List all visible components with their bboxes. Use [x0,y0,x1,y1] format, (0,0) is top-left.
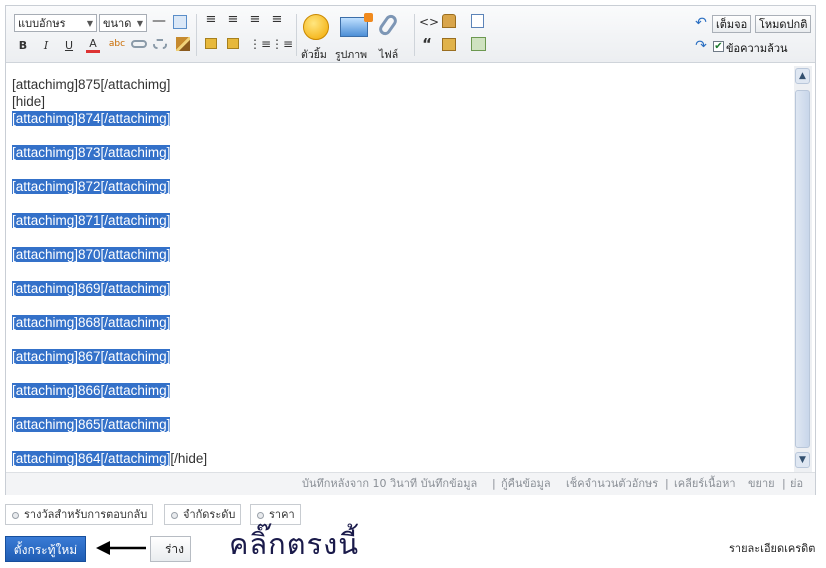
toolbar-separator [196,14,197,56]
content-line: [attachimg]869[/attachimg] [12,281,171,296]
autosave-text: บันทึกหลังจาก 10 วินาที บันทึกข้อมูล [302,477,478,490]
align-center-icon[interactable]: ≡ [227,13,239,26]
click-here-annotation: คลิ๊กตรงนี้ [229,527,360,561]
bullet-icon [257,512,264,519]
document-icon[interactable] [471,14,484,28]
content-line: [hide] [12,94,46,109]
image-button[interactable] [338,13,373,37]
status-divider: | [665,477,669,490]
float-left-icon[interactable] [205,38,217,49]
toolbar-separator [414,14,415,56]
content-line: [attachimg]871[/attachimg] [12,213,171,228]
text-color-icon[interactable]: A [86,37,100,53]
align-left-icon[interactable]: ≡ [205,13,217,26]
editor-status-bar: บันทึกหลังจาก 10 วินาที บันทึกข้อมูล | ก… [6,472,815,495]
image-label: รูปภาพ [335,49,368,61]
scrollbar-thumb[interactable] [795,90,810,448]
new-thread-button[interactable]: ตั้งกระทู้ใหม่ [5,536,86,562]
reply-reward-label: รางวัลสำหรับการตอบกลับ [24,508,148,521]
file-label: ไฟล์ [379,49,399,61]
bullet-icon [171,512,178,519]
content-line: [attachimg]864[/attachimg][/hide] [12,451,208,466]
horizontal-rule-icon[interactable]: — [152,13,166,29]
download-icon[interactable] [471,37,486,51]
quote-icon[interactable]: “ [421,36,433,52]
scroll-down-icon[interactable]: ▼ [795,452,810,468]
undo-icon[interactable]: ↶ [693,15,709,31]
content-line: [attachimg]875[/attachimg] [12,77,171,92]
chevron-down-icon: ▼ [86,19,93,28]
align-right-icon[interactable]: ≡ [271,13,283,26]
price-option[interactable]: ราคา [250,504,301,525]
bullet-list-icon[interactable]: ⋮≡ [271,36,293,52]
content-line: [attachimg]866[/attachimg] [12,383,171,398]
lock-icon[interactable] [442,38,456,51]
editor-textarea[interactable]: [attachimg]875[/attachimg] [hide] [attac… [12,76,792,476]
level-limit-label: จำกัดระดับ [183,508,236,521]
italic-icon[interactable]: I [40,38,52,54]
bullet-icon [12,512,19,519]
arrow-left-icon [96,541,146,555]
hide-content-icon[interactable] [442,14,456,28]
status-divider: | [782,477,786,490]
content-line: [attachimg]872[/attachimg] [12,179,171,194]
price-label: ราคา [269,508,295,521]
link-icon[interactable] [131,40,147,48]
content-line: [attachimg]874[/attachimg] [12,111,171,126]
editor-toolbar: แบบอักษร ▼ ขนาด ▼ — B I U A abc ≡ ≡ ≡ ≡ ⋮≡… [6,6,815,63]
char-count-link[interactable]: เช็คจำนวนตัวอักษร [566,473,658,495]
expand-link[interactable]: ขยาย [748,473,775,495]
background-color-icon[interactable]: abc [108,36,126,52]
image-icon [340,13,373,37]
level-limit-option[interactable]: จำกัดระดับ [164,504,242,525]
plain-text-label: ข้อความล้วน [726,42,788,55]
reply-reward-option[interactable]: รางวัลสำหรับการตอบกลับ [5,504,154,525]
shrink-link[interactable]: ย่อ [790,473,803,495]
content-line: [attachimg]868[/attachimg] [12,315,171,330]
recover-data-link[interactable]: กู้คืนข้อมูล [501,473,551,495]
numbered-list-icon[interactable]: ⋮≡ [249,36,271,52]
bold-icon[interactable]: B [17,38,29,54]
font-family-select-value: แบบอักษร [18,17,66,30]
smiley-icon [303,14,329,40]
content-line: [attachimg]873[/attachimg] [12,145,171,160]
redo-icon[interactable]: ↷ [693,38,709,54]
emoticon-label: ตัวยิ้ม [301,49,327,61]
plain-text-checkbox[interactable]: ✔ [713,41,724,52]
closing-hide-tag: [/hide] [170,451,208,466]
content-line: [attachimg]870[/attachimg] [12,247,171,262]
font-size-select[interactable]: ขนาด ▼ [99,14,147,32]
table-icon[interactable] [173,15,187,29]
fullscreen-button[interactable]: เต็มจอ [712,15,752,33]
normal-mode-button[interactable]: โหมดปกติ [755,15,812,33]
credit-details-link[interactable]: รายละเอียดเครดิต [729,539,815,557]
emoticon-button[interactable] [300,14,332,40]
unlink-icon[interactable] [153,39,167,49]
post-editor: แบบอักษร ▼ ขนาด ▼ — B I U A abc ≡ ≡ ≡ ≡ ⋮≡… [5,5,816,495]
underline-icon[interactable]: U [63,38,75,54]
file-button[interactable] [372,12,404,38]
font-size-select-value: ขนาด [103,17,132,30]
font-family-select[interactable]: แบบอักษร ▼ [14,14,97,32]
content-line: [attachimg]867[/attachimg] [12,349,171,364]
content-line: [attachimg]865[/attachimg] [12,417,171,432]
paperclip-icon [376,12,400,38]
scroll-up-icon[interactable]: ▲ [795,68,810,84]
save-draft-button[interactable]: ร่าง [150,536,191,562]
clear-content-link[interactable]: เคลียร์เนื้อหา [674,473,736,495]
vertical-scrollbar[interactable]: ▲ ▼ [794,66,812,472]
clear-format-icon[interactable] [176,37,190,51]
chevron-down-icon: ▼ [136,19,143,28]
align-justify-icon[interactable]: ≡ [249,13,261,26]
status-divider: | [492,477,496,490]
toolbar-separator [296,14,297,56]
code-icon[interactable]: <> [419,14,439,30]
float-right-icon[interactable] [227,38,239,49]
